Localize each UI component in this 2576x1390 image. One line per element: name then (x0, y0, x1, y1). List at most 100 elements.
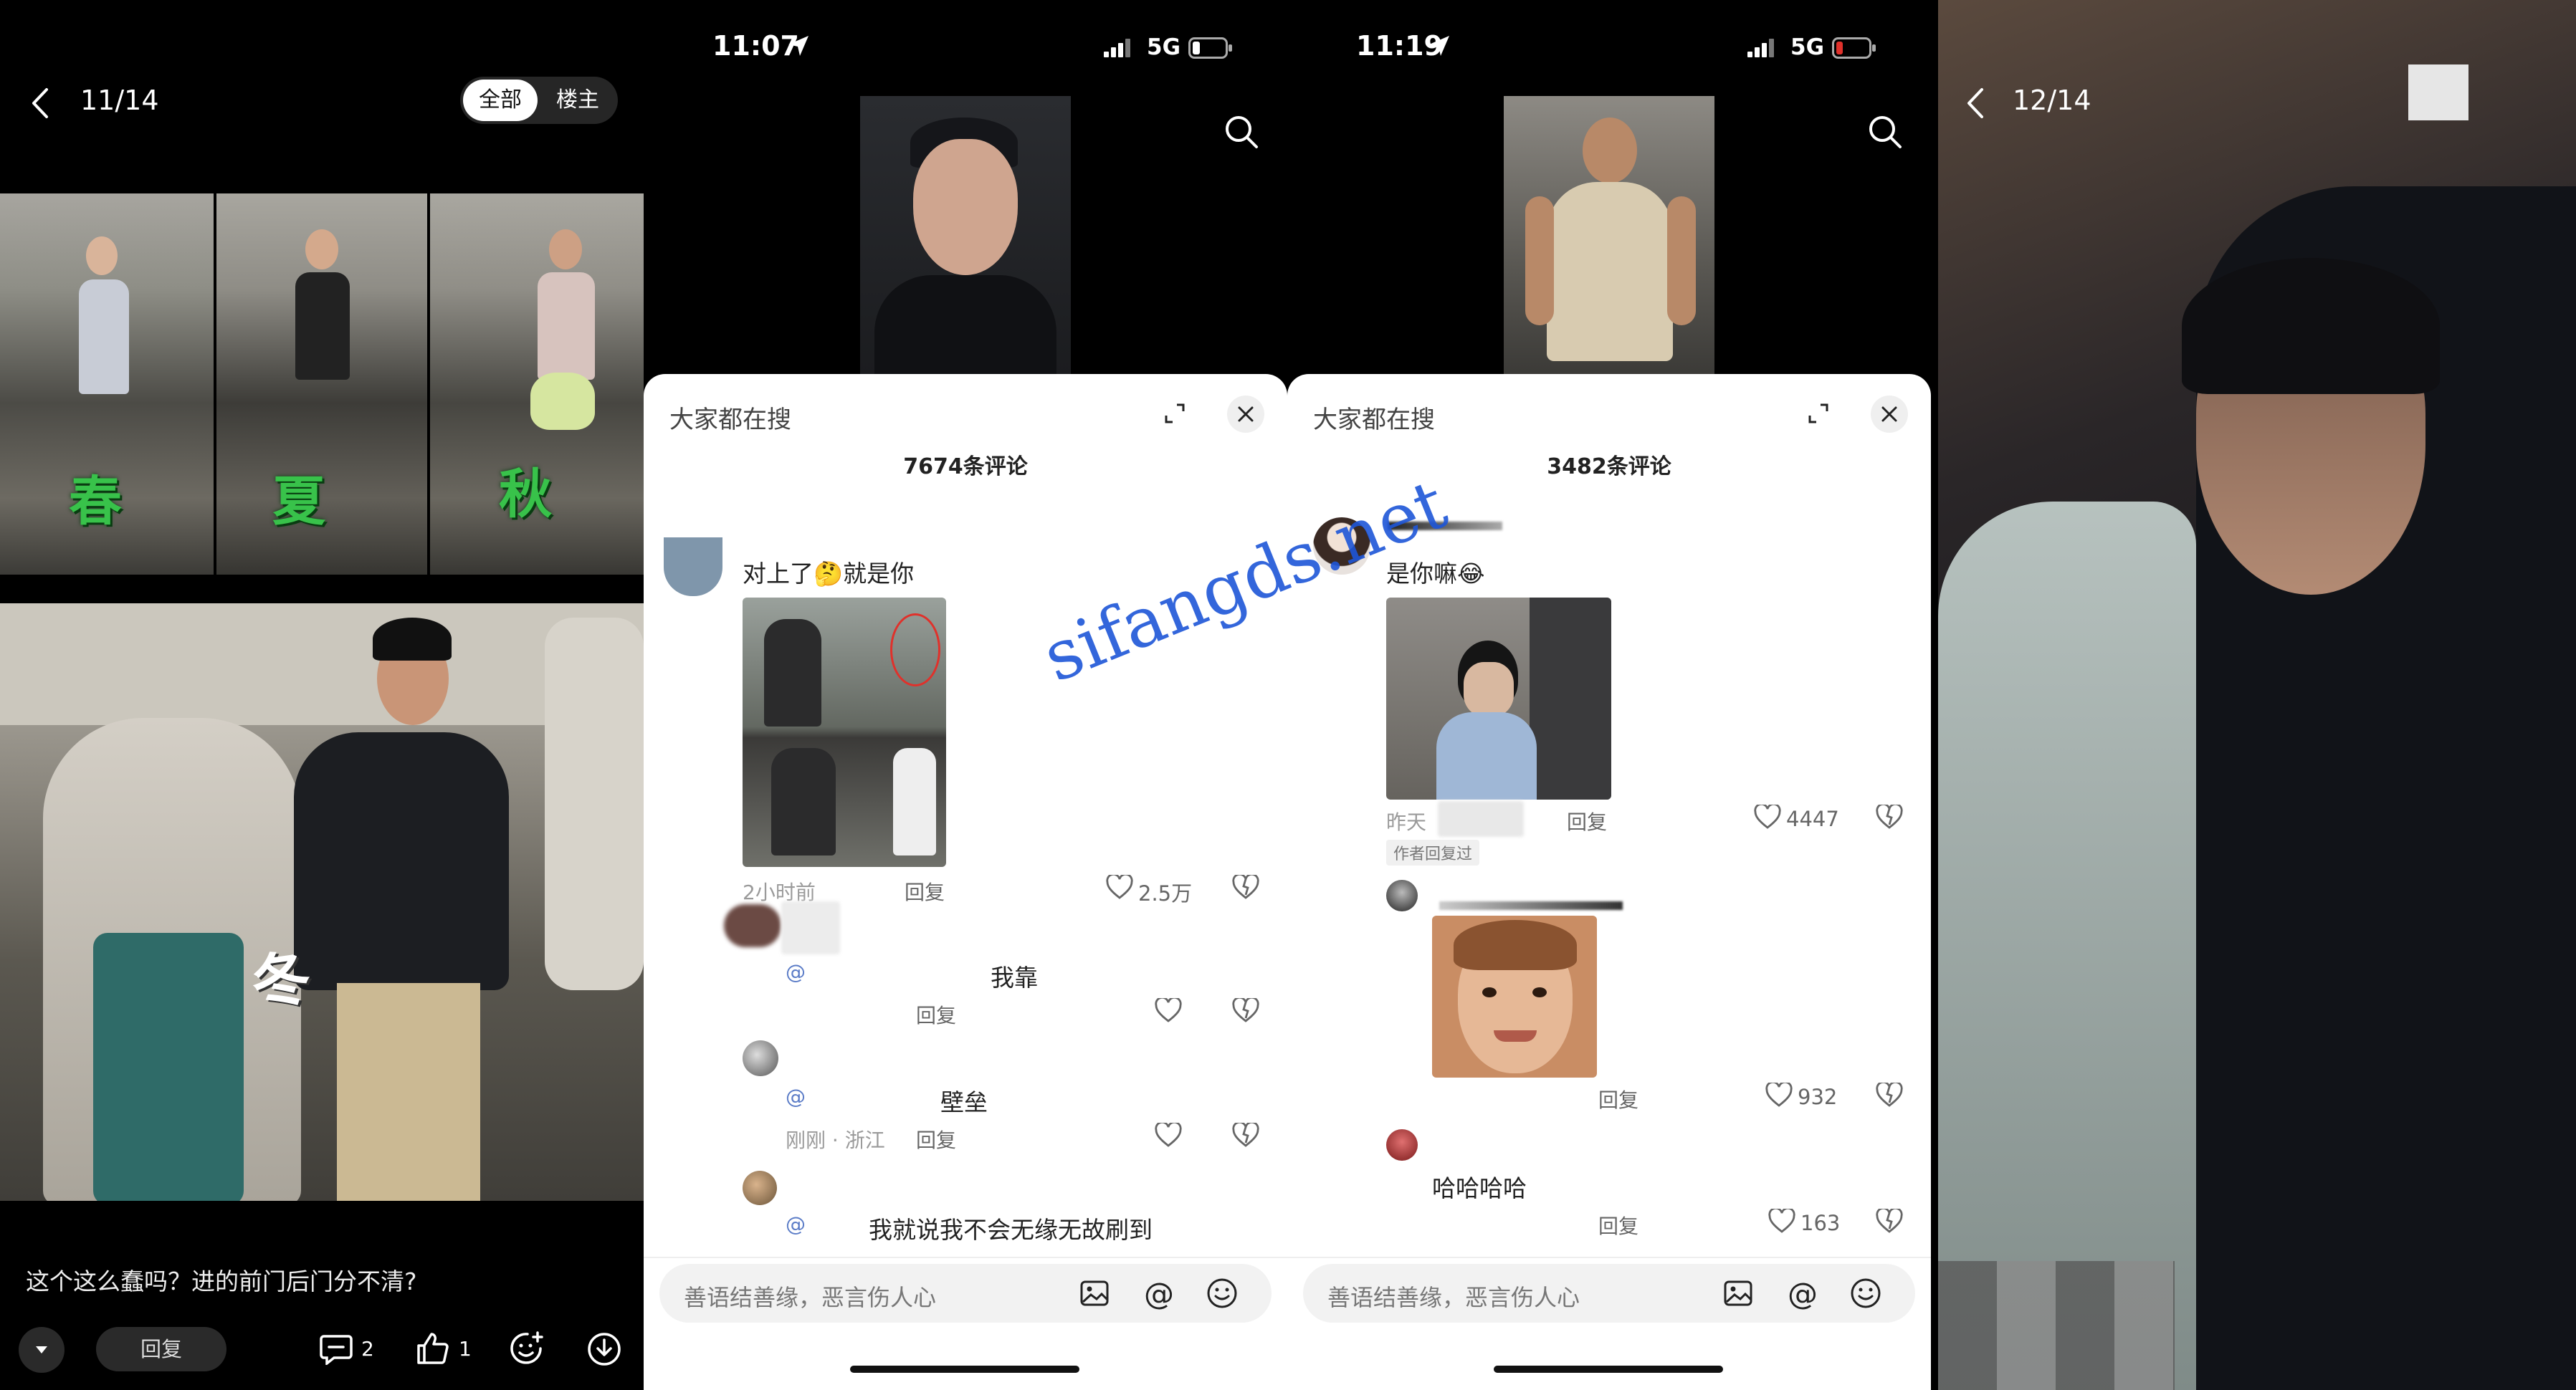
video-thumbnail[interactable] (1504, 96, 1714, 375)
reply-button[interactable]: 回复 (916, 1000, 956, 1029)
network-label: 5G (1790, 34, 1825, 60)
status-time: 11:07 (712, 30, 799, 62)
video-thumbnail[interactable] (860, 96, 1071, 375)
comment-text: 对上了🤔就是你 (743, 560, 915, 588)
dislike-icon[interactable] (1875, 802, 1904, 831)
reply-button[interactable]: 回复 (96, 1327, 226, 1371)
comment-sheet: 大家都在搜 7674条评论 对上了🤔就是你 2小时前 回复 2.5万 @ 我靠 … (644, 374, 1287, 1390)
sheet-title[interactable]: 大家都在搜 (669, 400, 791, 435)
like-count: 932 (1798, 1085, 1838, 1109)
download-icon[interactable] (585, 1330, 624, 1369)
reply-button[interactable]: 回复 (1598, 1085, 1638, 1113)
highlight-circle (890, 613, 940, 686)
comment-image[interactable] (1432, 916, 1597, 1078)
comment-text: 我靠 (991, 964, 1038, 992)
image-icon[interactable] (1078, 1277, 1111, 1310)
heart-icon[interactable] (1154, 1121, 1183, 1149)
avatar[interactable] (743, 1040, 778, 1076)
video-frame (1938, 0, 2576, 1390)
dislike-icon[interactable] (1231, 1121, 1260, 1149)
avatar[interactable] (1386, 1129, 1418, 1161)
heart-icon[interactable] (1753, 802, 1782, 831)
reply-button[interactable]: 回复 (916, 1125, 956, 1154)
comment-text: 我就说我不会无缘无故刷到 (869, 1216, 1153, 1244)
dislike-icon[interactable] (1875, 1080, 1904, 1109)
username-blurred (1438, 801, 1524, 837)
expand-icon[interactable] (1800, 396, 1836, 431)
mention-at: @ (786, 1085, 806, 1108)
emoji-icon[interactable] (1848, 1275, 1884, 1311)
heart-icon[interactable] (1765, 1080, 1793, 1109)
comment-input[interactable]: 善语结善缘，恶言伤人心 @ (659, 1264, 1272, 1323)
signal-icon (1104, 39, 1132, 60)
subtitle-winter: 冬 (247, 943, 315, 1020)
heart-icon[interactable] (1768, 1207, 1796, 1235)
blurred-block (2408, 64, 2468, 120)
avatar[interactable] (724, 904, 781, 947)
avatar[interactable] (743, 1171, 777, 1205)
toggle-owner[interactable]: 楼主 (540, 80, 615, 121)
post-caption: 这个这么蠢吗？进的前门后门分不清? (26, 1267, 417, 1295)
location-arrow-icon (1428, 34, 1451, 60)
comments-panel-2: 11:19 5G 大家都在搜 3482条评论 是你嘛😂 昨天 回复 4447 作… (1287, 0, 1931, 1390)
comment-count: 7674条评论 (903, 454, 1028, 479)
battery-icon (1188, 37, 1233, 62)
expand-dropdown-button[interactable] (19, 1327, 65, 1373)
page-counter: 12/14 (2013, 85, 2091, 116)
comment-text: 壁垒 (940, 1088, 988, 1116)
input-placeholder: 善语结善缘，恶言伤人心 (684, 1284, 937, 1311)
username-blurred (1439, 901, 1623, 910)
post-viewer-panel: 11/14 全部 楼主 春 夏 秋 冬 这个这么蠢吗？进的前门后门分不清? 回复 (0, 0, 644, 1390)
comment-text: 哈哈哈哈 (1432, 1174, 1527, 1202)
thumbs-up-icon[interactable] (414, 1330, 452, 1367)
close-icon[interactable] (1227, 396, 1264, 433)
mention-icon[interactable]: @ (1141, 1275, 1177, 1311)
reply-button[interactable]: 回复 (1567, 807, 1607, 835)
image-icon[interactable] (1722, 1277, 1755, 1310)
toggle-all[interactable]: 全部 (463, 80, 538, 121)
close-icon[interactable] (1871, 396, 1908, 433)
subtitle-spring: 春 (69, 471, 122, 532)
emoji-icon[interactable] (1204, 1275, 1240, 1311)
dislike-icon[interactable] (1875, 1207, 1904, 1235)
sheet-title[interactable]: 大家都在搜 (1313, 400, 1435, 435)
season-photo-autumn: 秋 (430, 193, 644, 575)
location-arrow-icon (787, 34, 810, 60)
search-icon[interactable] (1865, 112, 1905, 152)
home-indicator[interactable] (1494, 1366, 1723, 1373)
comment-input[interactable]: 善语结善缘，恶言伤人心 @ (1303, 1264, 1915, 1323)
dislike-icon[interactable] (1231, 873, 1260, 901)
comment-time: 刚刚 · 浙江 (786, 1128, 885, 1152)
dislike-icon[interactable] (1231, 996, 1260, 1025)
back-icon[interactable] (26, 83, 54, 123)
author-replied-badge: 作者回复过 (1386, 840, 1480, 866)
winter-photo: 冬 (0, 603, 644, 1201)
home-indicator[interactable] (850, 1366, 1079, 1373)
add-reaction-icon[interactable] (507, 1330, 546, 1369)
filter-toggle: 全部 楼主 (460, 77, 618, 124)
battery-icon (1832, 37, 1876, 62)
like-count: 4447 (1786, 807, 1839, 831)
heart-icon[interactable] (1105, 873, 1134, 901)
avatar[interactable] (1386, 880, 1418, 911)
comment-image[interactable] (743, 598, 946, 867)
season-photo-summer: 夏 (216, 193, 427, 575)
mention-at: @ (786, 960, 806, 984)
like-count: 1 (459, 1337, 472, 1361)
mention-icon[interactable]: @ (1785, 1275, 1821, 1311)
heart-icon[interactable] (1154, 996, 1183, 1025)
comment-image[interactable] (1386, 598, 1611, 800)
mention-at: @ (786, 1212, 806, 1236)
reply-button[interactable]: 回复 (905, 877, 945, 906)
expand-icon[interactable] (1157, 396, 1193, 431)
subtitle-summer: 夏 (272, 471, 325, 532)
network-label: 5G (1147, 34, 1181, 60)
back-icon[interactable] (1961, 83, 1990, 123)
search-icon[interactable] (1221, 112, 1261, 152)
comment-icon[interactable] (318, 1331, 354, 1367)
comments-panel-1: 11:07 5G 大家都在搜 7674条评论 对上了🤔就是你 2小时前 回复 2… (644, 0, 1287, 1390)
comment-time: 昨天 (1386, 810, 1427, 834)
reply-button[interactable]: 回复 (1598, 1211, 1638, 1240)
like-count: 163 (1800, 1211, 1841, 1235)
avatar[interactable] (664, 537, 722, 596)
